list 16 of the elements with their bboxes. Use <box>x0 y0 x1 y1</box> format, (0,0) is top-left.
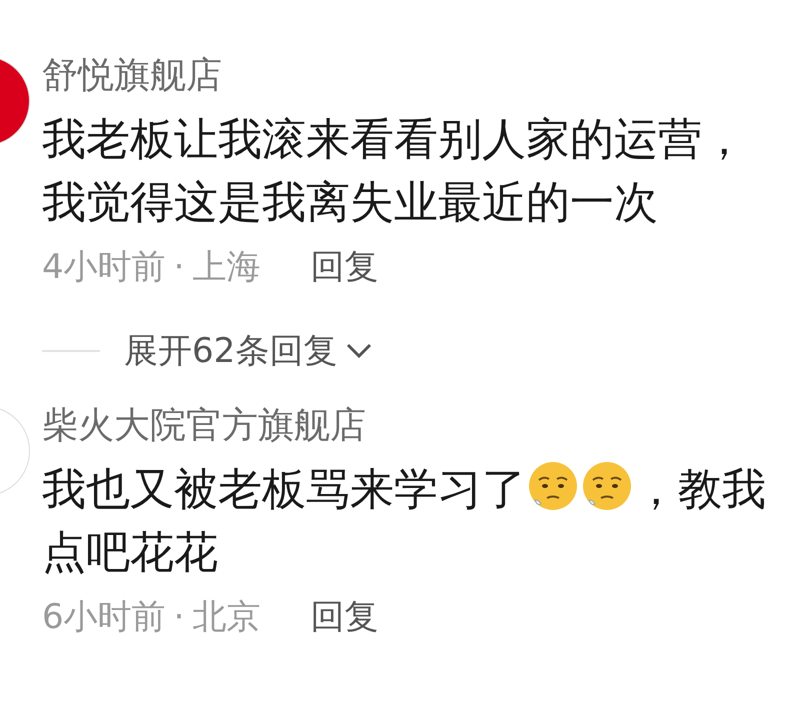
comment-text: 我老板让我滚来看看别人家的运营，我觉得这是我离失业最近的一次 <box>42 113 747 230</box>
comment-location: 北京 <box>192 596 260 639</box>
expand-replies-button[interactable]: 展开62条回复 <box>124 328 374 374</box>
user-name[interactable]: 柴火大院官方旗舰店 <box>42 402 777 450</box>
separator-dot: · <box>174 596 184 639</box>
user-name[interactable]: 舒悦旗舰店 <box>42 52 777 100</box>
comment-time: 4小时前 <box>42 246 166 289</box>
worried-face-emoji-icon <box>527 460 579 512</box>
worried-face-emoji-icon <box>581 460 633 512</box>
comment-location: 上海 <box>192 246 260 289</box>
comment-time: 6小时前 <box>42 596 166 639</box>
separator-dot: · <box>174 246 184 289</box>
reply-button[interactable]: 回复 <box>310 594 378 640</box>
chevron-down-icon <box>345 342 374 360</box>
reply-button[interactable]: 回复 <box>310 244 378 290</box>
comment-text: 我也又被老板骂来学习了 ，教我点吧花花 <box>42 458 777 584</box>
